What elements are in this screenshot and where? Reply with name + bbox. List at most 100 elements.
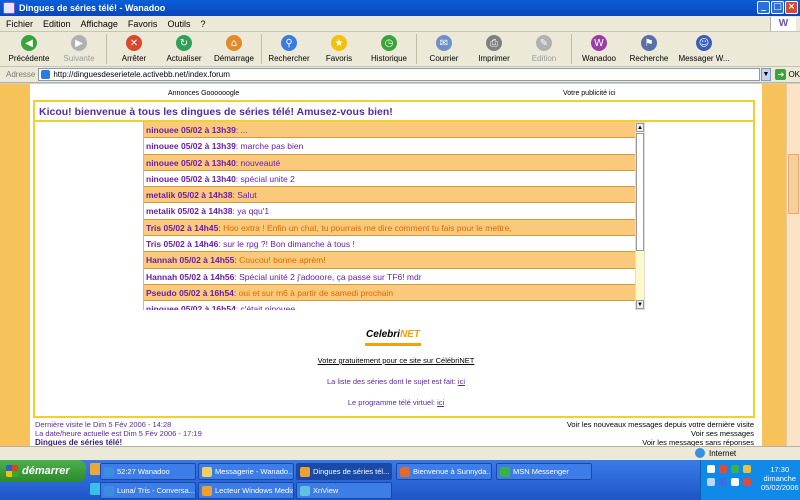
address-bar: Adresse http://dinguesdeserietele.active…	[0, 67, 800, 83]
series-link[interactable]: ici	[458, 377, 465, 386]
menu-favoris[interactable]: Favoris	[128, 19, 158, 29]
celebrinet-logo[interactable]: CelebriNET	[365, 324, 421, 346]
chat-nick[interactable]: ninouee	[146, 158, 179, 168]
toolbar-button[interactable]: ⚲ Rechercher	[264, 32, 314, 67]
toolbar-button[interactable]: ▶ Suivante	[54, 32, 104, 67]
chat-nick[interactable]: metalik	[146, 190, 175, 200]
chat-messages[interactable]: ninouee 05/02 à 13h39: ... ninouee 05/02 …	[143, 122, 643, 310]
my-messages-link[interactable]: Voir ses messages	[567, 429, 754, 438]
address-dropdown-button[interactable]: ▼	[760, 68, 772, 81]
toolbar-button[interactable]: ⎙ Imprimer	[469, 32, 519, 67]
toolbar-button[interactable]: ↻ Actualiser	[159, 32, 209, 67]
maximize-button[interactable]: □	[771, 1, 784, 14]
toolbar-button[interactable]: ◷ Historique	[364, 32, 414, 67]
chat-nick[interactable]: Hannah	[146, 255, 177, 265]
visit-info: Dernière visite le Dim 5 Fév 2006 - 14:2…	[35, 420, 202, 446]
scroll-thumb[interactable]	[636, 133, 644, 251]
toolbar-button[interactable]: ⚑ Recherche	[624, 32, 674, 67]
chat-nick[interactable]: ninouee	[146, 304, 179, 310]
chat-nick[interactable]: ninouee	[146, 125, 179, 135]
toolbar-button[interactable]: W Wanadoo	[574, 32, 624, 67]
toolbar-button-label: Favoris	[325, 54, 353, 63]
address-url: http://dinguesdeserietele.activebb.net/i…	[53, 70, 230, 79]
tray-icon[interactable]	[743, 465, 751, 473]
chat-time: 05/02 à 16h54	[179, 287, 234, 298]
toolbar-button-label: Précédente	[8, 54, 50, 63]
chat-message: Hannah 05/02 à 14h56: Spécial unité 2 j'…	[144, 268, 643, 285]
start-button[interactable]: démarrer	[0, 460, 86, 482]
chat-text: ya qqu'1	[237, 206, 270, 217]
toolbar-button[interactable]: ✉ Courrier	[419, 32, 469, 67]
chat-nick[interactable]: metalik	[146, 206, 175, 216]
tray-icon[interactable]	[731, 465, 739, 473]
toolbar-button-label: Wanadoo	[582, 54, 616, 63]
chat-nick[interactable]: Pseudo	[146, 288, 177, 298]
scroll-up-arrow-icon[interactable]: ▲	[636, 123, 644, 132]
vote-link[interactable]: Votez gratuitement pour ce site sur Célé…	[35, 356, 757, 365]
toolbar-button[interactable]: ★ Favoris	[314, 32, 364, 67]
chat-nick[interactable]: ninouee	[146, 141, 179, 151]
chat-text: ...	[240, 125, 248, 135]
chat-nick[interactable]: Hannah	[146, 272, 177, 282]
menu-fichier[interactable]: Fichier	[6, 19, 33, 29]
menu-edition[interactable]: Edition	[43, 19, 71, 29]
google-ads-link[interactable]: Annonces Goooooogle	[168, 90, 239, 97]
title-bar: Dingues de séries télé! - Wanadoo _ □ ×	[0, 0, 800, 16]
close-button[interactable]: ×	[785, 1, 798, 14]
toolbar-button[interactable]: ◀ Précédente	[4, 32, 54, 67]
toolbar-button[interactable]: ✎ Edition	[519, 32, 569, 67]
clock[interactable]: 17:30 dimanche 05/02/2006	[761, 465, 799, 492]
taskbar-task[interactable]: Luna/ Tris - Conversa...	[100, 482, 196, 499]
toolbar-button[interactable]: ⌂ Démarrage	[209, 32, 259, 67]
chat-message: Hannah 05/02 à 14h55: Coucou! bonne aprè…	[144, 252, 643, 269]
unanswered-link[interactable]: Voir les messages sans réponses	[567, 438, 754, 446]
tray-icon[interactable]	[743, 478, 751, 486]
scroll-down-arrow-icon[interactable]: ▼	[636, 300, 644, 309]
toolbar-button[interactable]: ☺ Messager W...	[674, 32, 734, 67]
tray-icon[interactable]	[719, 478, 727, 486]
your-ad-link[interactable]: Votre publicité ici	[563, 90, 616, 97]
menu-affichage[interactable]: Affichage	[81, 19, 118, 29]
back-arrow-icon: ◀	[21, 35, 37, 51]
site-title-link[interactable]: Dingues de séries télé!	[35, 438, 202, 446]
go-button[interactable]: ➜ OK	[775, 69, 800, 80]
internet-globe-icon	[695, 448, 705, 458]
prog-text: Le programme télé virtuel:	[347, 398, 438, 407]
task-label: 52:27 Wanadoo	[117, 467, 170, 476]
toolbar-button[interactable]: ✕ Arrêter	[109, 32, 159, 67]
last-visit: Dernière visite le Dim 5 Fév 2006 - 14:2…	[35, 420, 172, 429]
taskbar-task[interactable]: Lecteur Windows Media	[198, 482, 294, 499]
tray-icon[interactable]	[707, 478, 715, 486]
taskbar-task[interactable]: Messagerie - Wanado...	[198, 463, 294, 480]
status-bar: Internet	[0, 446, 800, 460]
menu-outils[interactable]: Outils	[167, 19, 190, 29]
tray-icon[interactable]	[707, 465, 715, 473]
chat-nick[interactable]: Tris	[146, 223, 161, 233]
toolbar-button-label: Messager W...	[678, 54, 730, 63]
ie-app-icon[interactable]	[3, 2, 15, 14]
toolbar-button-label: Rechercher	[268, 54, 310, 63]
chat-message: ninouee 05/02 à 13h40: spécial unite 2	[144, 170, 643, 188]
prog-link[interactable]: ici	[437, 398, 444, 407]
new-messages-link[interactable]: Voir les nouveaux messages depuis votre …	[567, 420, 754, 429]
taskbar-task[interactable]: MSN Messenger	[496, 463, 592, 480]
tray-icon[interactable]	[731, 478, 739, 486]
chat-scrollbar[interactable]: ▲ ▼	[635, 122, 645, 310]
page-scroll-thumb[interactable]	[788, 154, 799, 214]
menu-help[interactable]: ?	[200, 19, 205, 29]
chat-message: metalik 05/02 à 14h38: ya qqu'1	[144, 203, 643, 220]
minimize-button[interactable]: _	[757, 1, 770, 14]
chat-time: 05/02 à 14h46	[163, 239, 219, 250]
task-app-icon	[202, 485, 212, 496]
address-input[interactable]: http://dinguesdeserietele.activebb.net/i…	[38, 68, 760, 81]
page-scrollbar[interactable]	[786, 84, 800, 446]
tray-icon[interactable]	[719, 465, 727, 473]
chat-nick[interactable]: Tris	[146, 239, 161, 249]
taskbar-task[interactable]: Dingues de séries tél...	[296, 463, 392, 480]
taskbar-task[interactable]: 52:27 Wanadoo	[100, 463, 196, 480]
task-app-icon	[300, 485, 310, 496]
chat-nick[interactable]: ninouee	[146, 174, 179, 184]
taskbar-task[interactable]: XnView	[296, 482, 392, 499]
chat-text: spécial unite 2	[240, 173, 295, 184]
taskbar-task[interactable]: Bienvenue à Sunnyda...	[396, 463, 492, 480]
